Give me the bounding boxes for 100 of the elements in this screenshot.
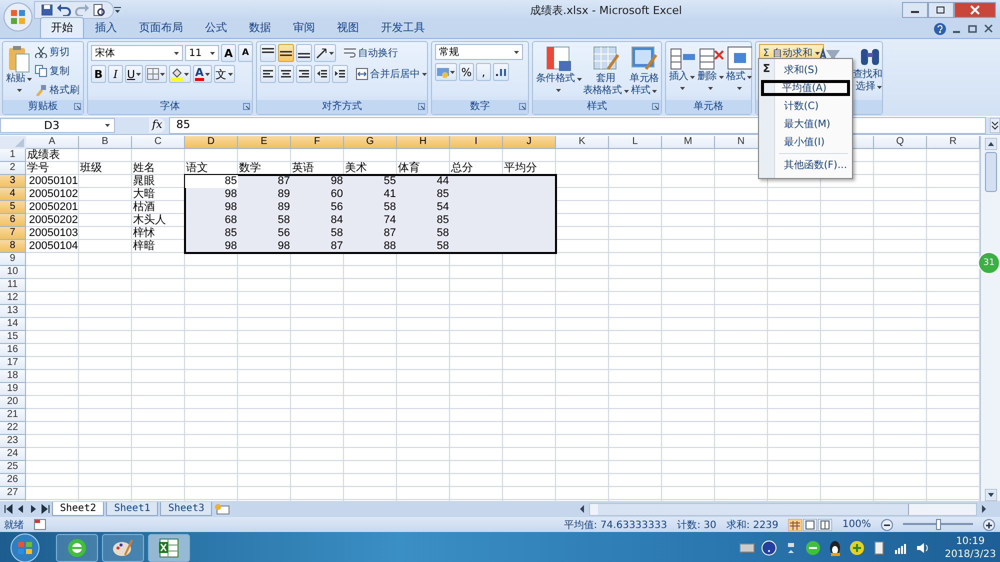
menu-item[interactable]: 最小值(I) [776, 134, 850, 150]
borders-button[interactable] [145, 65, 168, 83]
font-color-button[interactable]: A [193, 65, 212, 83]
merge-center-button[interactable]: 合并后居中 [356, 66, 427, 82]
menu-item[interactable]: 最大值(M) [776, 116, 850, 132]
taskbar-app[interactable] [56, 534, 98, 562]
menu-item[interactable]: 求和(S) [776, 62, 850, 78]
cut-button[interactable]: 剪切 [35, 44, 80, 60]
row-header[interactable]: 10 [0, 266, 26, 279]
dialog-launcher-icon[interactable] [74, 103, 81, 110]
first-sheet-icon[interactable] [4, 504, 14, 514]
menu-item[interactable]: 计数(C) [776, 98, 850, 114]
ribbon-tab[interactable]: 公式 [194, 17, 238, 38]
align-right-button[interactable] [296, 65, 312, 83]
restore-icon[interactable] [928, 2, 954, 18]
help-icon[interactable] [760, 540, 777, 556]
page-break-view-icon[interactable] [818, 518, 832, 530]
row-header[interactable]: 24 [0, 448, 26, 461]
row-header[interactable]: 4 [0, 188, 26, 201]
ribbon-tab[interactable]: 数据 [238, 17, 282, 38]
orientation-button[interactable] [314, 44, 336, 62]
font-size-field[interactable]: 11 [185, 45, 219, 61]
conditional-format-button[interactable]: 条件格式 [536, 44, 582, 98]
column-header[interactable]: M [662, 136, 715, 149]
minimize-icon[interactable] [902, 2, 928, 18]
row-header[interactable]: 1 [0, 149, 26, 162]
clock-date[interactable]: 2018/3/23 [944, 548, 996, 561]
italic-button[interactable]: I [108, 65, 123, 83]
row-header[interactable]: 25 [0, 461, 26, 474]
wrap-text-button[interactable]: 自动换行 [344, 45, 398, 61]
dialog-launcher-icon[interactable] [652, 103, 659, 110]
align-center-button[interactable] [278, 65, 294, 83]
bottom-align-button[interactable] [296, 44, 312, 62]
percent-button[interactable]: % [459, 63, 474, 81]
format-cells-button[interactable]: 格式 [726, 44, 752, 98]
help-icon[interactable] [934, 23, 946, 35]
ribbon-tab[interactable]: 审阅 [282, 17, 326, 38]
normal-view-icon[interactable] [788, 518, 802, 530]
undo-icon[interactable] [57, 4, 71, 16]
dialog-launcher-icon[interactable] [519, 103, 526, 110]
format-painter-button[interactable]: 格式刷 [35, 82, 80, 98]
next-sheet-icon[interactable] [28, 504, 38, 514]
row-header[interactable]: 21 [0, 409, 26, 422]
column-header[interactable]: F [291, 136, 344, 149]
scroll-left-icon[interactable] [578, 504, 586, 514]
column-header[interactable]: E [238, 136, 291, 149]
row-header[interactable]: 26 [0, 474, 26, 487]
comma-button[interactable]: , [476, 63, 491, 81]
decrease-indent-button[interactable] [314, 65, 330, 83]
top-align-button[interactable] [260, 44, 276, 62]
plus-circle-icon[interactable] [848, 540, 865, 556]
row-header[interactable]: 23 [0, 435, 26, 448]
taskbar-app[interactable] [102, 534, 144, 562]
cell-styles-button[interactable]: 单元格 样式 [630, 44, 659, 98]
middle-align-button[interactable] [278, 44, 294, 62]
row-header[interactable]: 12 [0, 292, 26, 305]
grow-font-button[interactable]: A [221, 44, 236, 62]
increase-indent-button[interactable] [332, 65, 348, 83]
row-header[interactable]: 8 [0, 240, 26, 253]
close-icon[interactable] [984, 23, 994, 35]
customize-caret-icon[interactable] [114, 7, 121, 13]
column-header[interactable]: R [927, 136, 980, 149]
sheet-tab[interactable]: Sheet1 [106, 502, 158, 516]
ribbon-tab[interactable]: 插入 [84, 17, 128, 38]
scroll-up-icon[interactable] [984, 138, 996, 150]
column-header[interactable]: D [185, 136, 238, 149]
row-header[interactable]: 19 [0, 383, 26, 396]
row-header[interactable]: 2 [0, 162, 26, 175]
row-header[interactable]: 27 [0, 487, 26, 500]
copy-button[interactable]: 复制 [35, 63, 80, 79]
insert-sheet-icon[interactable] [214, 504, 230, 514]
row-header[interactable]: 9 [0, 253, 26, 266]
font-name-field[interactable]: 宋体 [91, 45, 183, 61]
find-select-button[interactable]: 查找和 选择 [852, 44, 882, 94]
scroll-thumb[interactable] [598, 504, 909, 514]
bold-button[interactable]: B [91, 65, 106, 83]
column-header[interactable]: L [609, 136, 662, 149]
expand-icon[interactable] [990, 118, 1000, 133]
restore-icon[interactable] [968, 23, 978, 35]
column-header[interactable]: A [26, 136, 79, 149]
zoom-slider-thumb[interactable] [936, 519, 941, 530]
row-header[interactable]: 7 [0, 227, 26, 240]
macro-record-icon[interactable] [34, 519, 46, 530]
row-header[interactable]: 22 [0, 422, 26, 435]
volume-icon[interactable] [914, 540, 931, 556]
row-header[interactable]: 14 [0, 318, 26, 331]
column-header[interactable]: B [79, 136, 132, 149]
row-header[interactable]: 11 [0, 279, 26, 292]
taskbar-app[interactable] [148, 534, 190, 562]
dialog-launcher-icon[interactable] [243, 103, 250, 110]
column-header[interactable]: Q [874, 136, 927, 149]
ribbon-tab[interactable]: 页面布局 [128, 17, 194, 38]
column-header[interactable]: H [397, 136, 450, 149]
menu-item[interactable]: 平均值(A) [760, 80, 850, 96]
row-header[interactable]: 6 [0, 214, 26, 227]
row-header[interactable]: 3 [0, 175, 26, 188]
page-layout-view-icon[interactable] [803, 518, 818, 530]
shrink-font-button[interactable]: A [238, 44, 253, 62]
decimal-button[interactable] [493, 63, 509, 81]
close-icon[interactable] [954, 2, 996, 18]
